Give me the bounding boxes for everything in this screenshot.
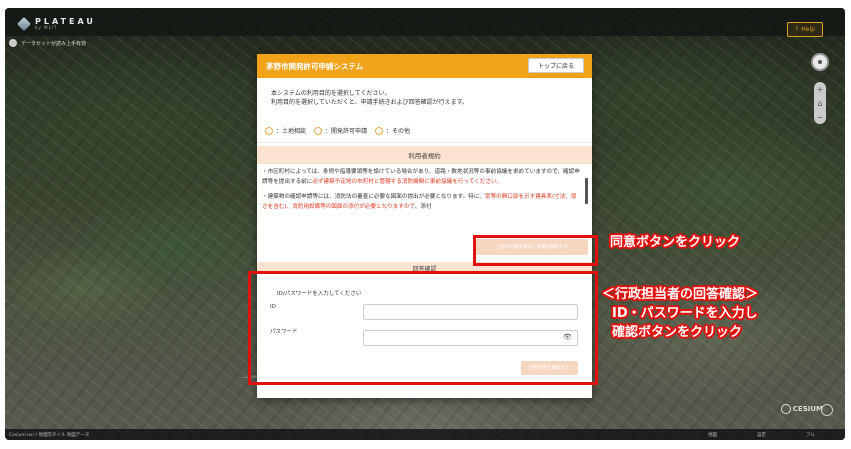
radio-circle[interactable] xyxy=(265,126,273,135)
highlight-answer-section xyxy=(248,271,598,385)
callout-line: ＜行政担当者の回答確認＞ xyxy=(602,287,759,302)
radio-label: ：土地相談 xyxy=(276,128,307,135)
callout-answer: ＜行政担当者の回答確認＞ ID・パスワードを入力し 確認ボタンをクリック xyxy=(602,285,758,342)
radio-land-consult[interactable]: ：土地相談 xyxy=(265,126,306,135)
highlight-agree-button xyxy=(473,235,598,266)
terms-text-warning: 必ず建築予定地の市町村と管轄する消防機関に事前協議を行ってください。 xyxy=(312,178,503,185)
radio-label: ：開発許可申請 xyxy=(325,128,368,135)
dialog-title: 茅野市開発許可申請システム xyxy=(266,62,364,71)
plateau-logo[interactable]: PLATEAU by MLIT xyxy=(16,16,96,31)
cesium-logo: CESIUM xyxy=(780,404,823,414)
back-to-top-button[interactable]: トップに戻る xyxy=(528,58,584,73)
terms-text-normal: ・建築物の確認申請等には、消防法の審査に必要な図面の提出が必要となります。特に、 xyxy=(262,194,485,201)
callout-agree: 同意ボタンをクリック xyxy=(610,235,741,250)
terms-paragraph: ・建築物の確認申請等には、消防法の審査に必要な図面の提出が必要となります。特に、… xyxy=(262,193,580,212)
terms-text[interactable]: ・市区町村によっては、条例や指導要領等を設けている場合があり、道路・数地状況等の… xyxy=(262,168,580,234)
attribution-text[interactable]: Cesium ion / 地理院タイル 地図データ xyxy=(9,432,89,438)
radio-circle[interactable] xyxy=(314,126,323,135)
zoom-control: + ⌂ − xyxy=(814,82,826,124)
footer-controls: 地図 設定 フル xyxy=(708,432,815,438)
home-view-icon[interactable]: ⌂ xyxy=(817,99,822,108)
terms-header: 利用者規約 xyxy=(257,146,592,164)
callout-line: 確認ボタンをクリック xyxy=(612,325,743,340)
dialog-header: 茅野市開発許可申請システム トップに戻る xyxy=(257,54,592,78)
terms-scrollbar[interactable] xyxy=(585,170,589,234)
radio-label: ：その他 xyxy=(386,128,411,135)
intro-line: 本システムの利用目的を選択してください。 xyxy=(271,90,391,97)
radio-other[interactable]: ：その他 xyxy=(375,126,410,135)
help-icon: ? xyxy=(795,26,799,33)
zoom-out-icon[interactable]: − xyxy=(817,113,824,122)
zoom-in-icon[interactable]: + xyxy=(817,85,824,94)
terms-text-normal: 、添付 xyxy=(414,203,432,210)
divider xyxy=(257,142,592,143)
cesium-icon xyxy=(780,404,791,414)
radio-development-permit[interactable]: ：開発許可申請 xyxy=(314,126,367,135)
plateau-logo-icon xyxy=(16,16,32,31)
app-frame: PLATEAU by MLIT ? Help データセットが読み上手有効 + ⌂… xyxy=(0,0,851,449)
terms-paragraph: ・市区町村によっては、条例や指導要領等を設けている場合があり、道路・数地状況等の… xyxy=(262,168,580,187)
home-icon[interactable] xyxy=(9,39,17,47)
footer-item[interactable]: 地図 xyxy=(708,432,717,438)
footer-item[interactable]: フル xyxy=(806,432,815,438)
radio-circle[interactable] xyxy=(375,126,384,135)
top-bar: PLATEAU by MLIT ? Help xyxy=(5,8,845,37)
breadcrumb: データセットが読み上手有効 xyxy=(5,36,86,50)
compass-icon[interactable] xyxy=(811,53,829,71)
intro-line: 利用目的を選択していただくと、申請手続きおよび回答確認が行えます。 xyxy=(271,99,468,106)
help-label: Help xyxy=(801,26,815,33)
footer-item[interactable]: 設定 xyxy=(757,432,766,438)
callout-line: ID・パスワードを入力し xyxy=(612,306,758,321)
help-button[interactable]: ? Help xyxy=(787,22,823,37)
purpose-radio-group: ：土地相談 ：開発許可申請 ：その他 xyxy=(265,126,414,135)
status-footer: Cesium ion / 地理院タイル 地図データ 地図 設定 フル xyxy=(5,429,845,440)
scrollbar-thumb[interactable] xyxy=(585,178,588,204)
settings-icon[interactable] xyxy=(821,404,833,416)
intro-text: 本システムの利用目的を選択してください。 利用目的を選択していただくと、申請手続… xyxy=(271,89,468,107)
breadcrumb-text[interactable]: データセットが読み上手有効 xyxy=(21,40,86,47)
